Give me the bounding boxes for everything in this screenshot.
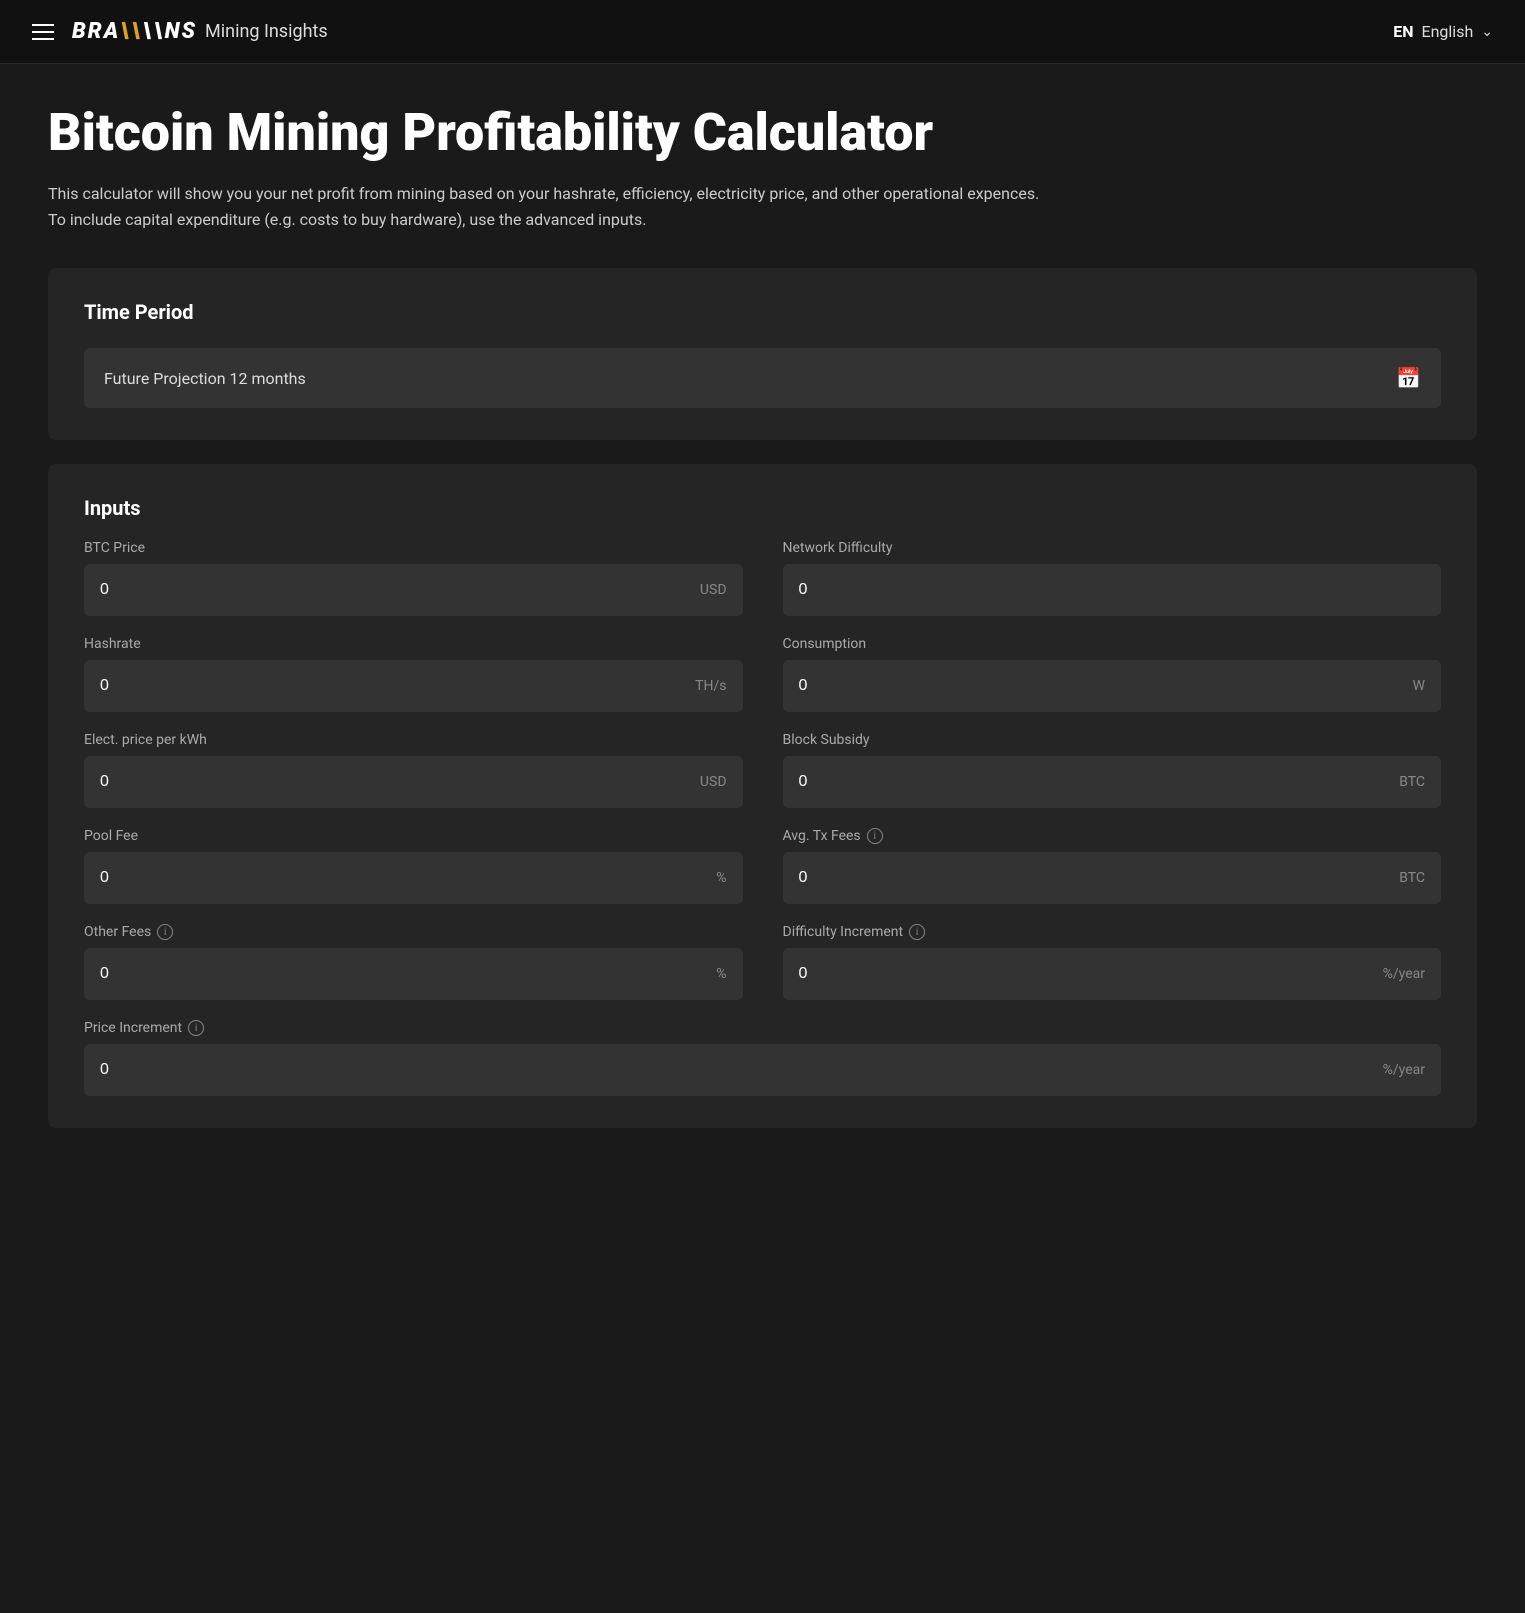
- input-block-subsidy[interactable]: [799, 773, 1392, 791]
- label-electricity-price: Elect. price per kWh: [84, 732, 743, 748]
- input-wrapper-consumption: W: [783, 660, 1442, 712]
- info-icon-avg-tx-fees[interactable]: i: [867, 828, 883, 844]
- input-wrapper-electricity-price: USD: [84, 756, 743, 808]
- info-icon-other-fees[interactable]: i: [157, 924, 173, 940]
- inputs-title: Inputs: [84, 496, 1441, 520]
- input-wrapper-network-difficulty: [783, 564, 1442, 616]
- input-avg-tx-fees[interactable]: [799, 869, 1392, 887]
- chevron-down-icon: ⌄: [1481, 24, 1493, 40]
- input-btc-price[interactable]: [100, 581, 692, 599]
- input-electricity-price[interactable]: [100, 773, 692, 791]
- unit-difficulty-increment: %/year: [1383, 966, 1425, 982]
- input-wrapper-other-fees: %: [84, 948, 743, 1000]
- page-description: This calculator will show you your net p…: [48, 181, 1048, 232]
- input-wrapper-pool-fee: %: [84, 852, 743, 904]
- input-wrapper-avg-tx-fees: BTC: [783, 852, 1442, 904]
- input-other-fees[interactable]: [100, 965, 708, 983]
- input-wrapper-block-subsidy: BTC: [783, 756, 1442, 808]
- language-code: EN: [1393, 22, 1413, 41]
- language-selector[interactable]: EN English ⌄: [1393, 22, 1493, 41]
- label-block-subsidy: Block Subsidy: [783, 732, 1442, 748]
- input-group-electricity-price: Elect. price per kWh USD: [84, 732, 743, 808]
- input-wrapper-difficulty-increment: %/year: [783, 948, 1442, 1000]
- label-difficulty-increment: Difficulty Incrementi: [783, 924, 1442, 940]
- navbar-left: BRA\\\\NS Mining Insights: [32, 19, 328, 44]
- label-network-difficulty: Network Difficulty: [783, 540, 1442, 556]
- time-period-card: Time Period Future Projection 12 months …: [48, 268, 1477, 440]
- input-hashrate[interactable]: [100, 677, 687, 695]
- calendar-icon: 📅: [1396, 366, 1421, 390]
- input-group-avg-tx-fees: Avg. Tx Feesi BTC: [783, 828, 1442, 904]
- label-hashrate: Hashrate: [84, 636, 743, 652]
- hamburger-menu[interactable]: [32, 24, 54, 40]
- inputs-grid: BTC Price USD Network Difficulty Hashrate TH…: [84, 540, 1441, 1096]
- brand-subtitle: Mining Insights: [205, 21, 328, 42]
- time-period-dropdown[interactable]: Future Projection 12 months 📅: [84, 348, 1441, 408]
- navbar: BRA\\\\NS Mining Insights EN English ⌄: [0, 0, 1525, 64]
- label-avg-tx-fees: Avg. Tx Feesi: [783, 828, 1442, 844]
- input-group-block-subsidy: Block Subsidy BTC: [783, 732, 1442, 808]
- input-pool-fee[interactable]: [100, 869, 708, 887]
- input-group-network-difficulty: Network Difficulty: [783, 540, 1442, 616]
- input-group-consumption: Consumption W: [783, 636, 1442, 712]
- time-period-title: Time Period: [84, 300, 1441, 324]
- unit-avg-tx-fees: BTC: [1399, 870, 1425, 886]
- info-icon-price-increment[interactable]: i: [188, 1020, 204, 1036]
- input-network-difficulty[interactable]: [799, 581, 1426, 599]
- page-title: Bitcoin Mining Profitability Calculator: [48, 104, 1477, 161]
- main-content: Bitcoin Mining Profitability Calculator …: [0, 64, 1525, 1192]
- input-price-increment[interactable]: [100, 1061, 1375, 1079]
- input-wrapper-btc-price: USD: [84, 564, 743, 616]
- brand-logo: BRA\\\\NS: [72, 19, 197, 44]
- hamburger-line-1: [32, 24, 54, 26]
- input-group-other-fees: Other Feesi%: [84, 924, 743, 1000]
- input-group-pool-fee: Pool Fee%: [84, 828, 743, 904]
- input-group-hashrate: Hashrate TH/s: [84, 636, 743, 712]
- input-group-btc-price: BTC Price USD: [84, 540, 743, 616]
- label-btc-price: BTC Price: [84, 540, 743, 556]
- unit-btc-price: USD: [700, 582, 727, 598]
- input-wrapper-price-increment: %/year: [84, 1044, 1441, 1096]
- input-group-price-increment: Price Incrementi %/year: [84, 1020, 1441, 1096]
- label-pool-fee: Pool Fee: [84, 828, 743, 844]
- unit-price-increment: %/year: [1383, 1062, 1425, 1078]
- time-period-value: Future Projection 12 months: [104, 369, 306, 388]
- language-name: English: [1422, 22, 1474, 41]
- hamburger-line-3: [32, 38, 54, 40]
- unit-block-subsidy: BTC: [1399, 774, 1425, 790]
- input-difficulty-increment[interactable]: [799, 965, 1375, 983]
- label-other-fees: Other Feesi: [84, 924, 743, 940]
- info-icon-difficulty-increment[interactable]: i: [909, 924, 925, 940]
- inputs-card: Inputs BTC Price USD Network Difficulty Has…: [48, 464, 1477, 1128]
- unit-other-fees: %: [716, 966, 726, 982]
- input-wrapper-hashrate: TH/s: [84, 660, 743, 712]
- unit-electricity-price: USD: [700, 774, 727, 790]
- unit-hashrate: TH/s: [695, 678, 726, 694]
- unit-pool-fee: %: [716, 870, 726, 886]
- brand: BRA\\\\NS Mining Insights: [72, 19, 328, 44]
- input-group-difficulty-increment: Difficulty Incrementi %/year: [783, 924, 1442, 1000]
- input-consumption[interactable]: [799, 677, 1405, 695]
- unit-consumption: W: [1413, 678, 1425, 694]
- label-price-increment: Price Incrementi: [84, 1020, 1441, 1036]
- hamburger-line-2: [32, 31, 54, 33]
- label-consumption: Consumption: [783, 636, 1442, 652]
